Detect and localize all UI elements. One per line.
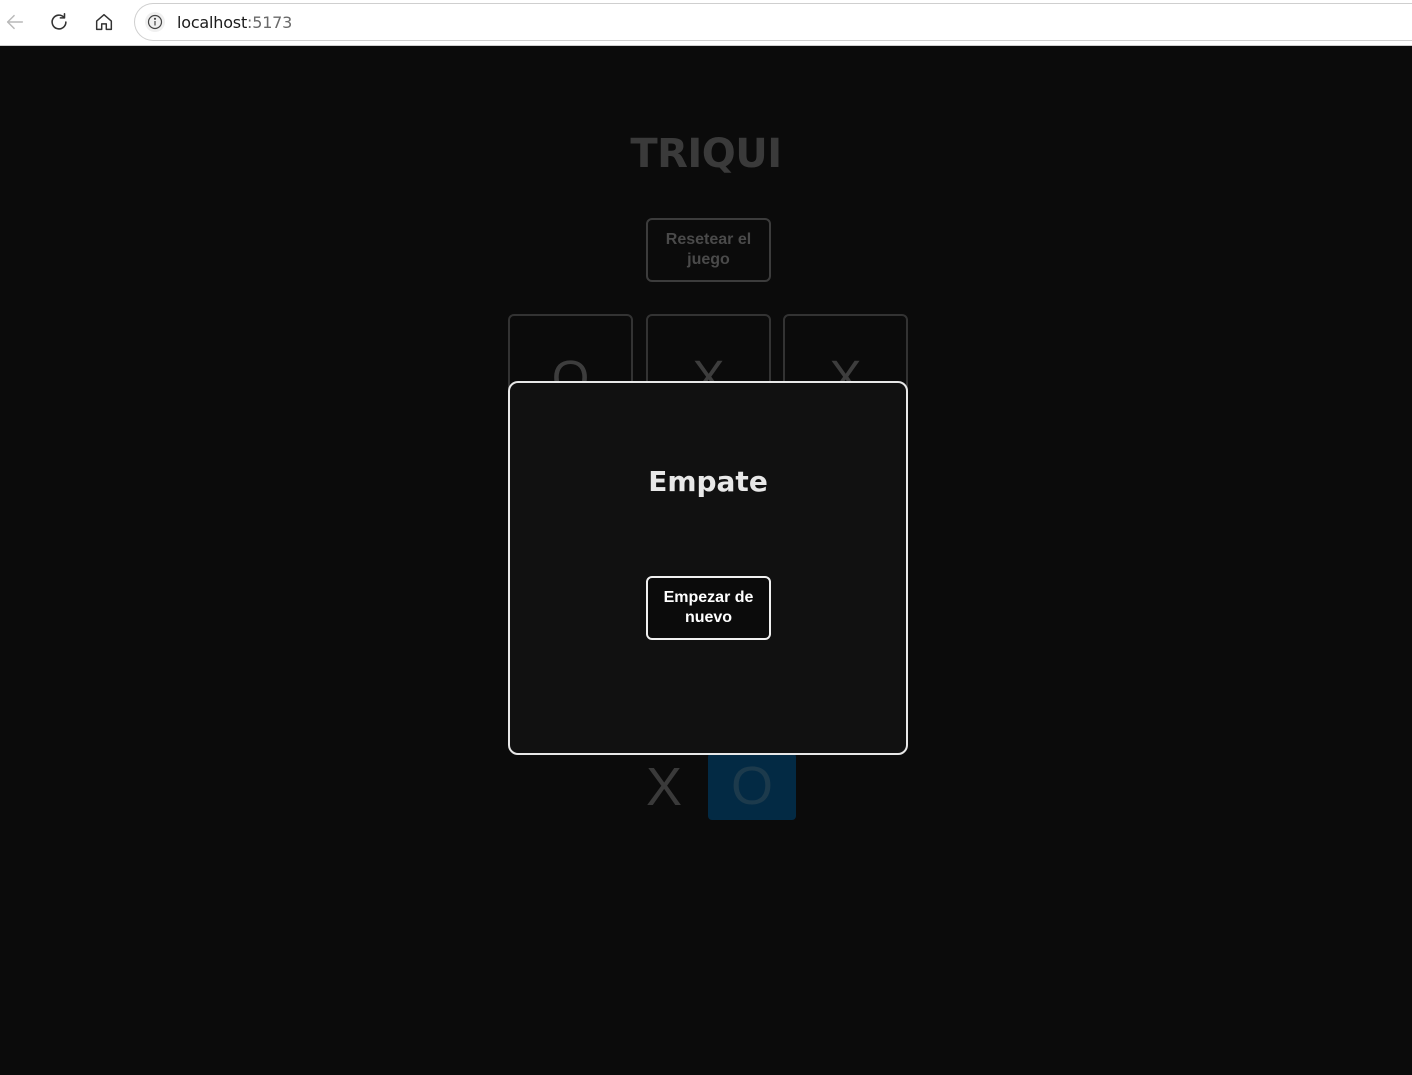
reload-icon[interactable] (44, 7, 74, 37)
url-host: localhost (177, 13, 248, 32)
restart-button[interactable]: Empezar de nuevo (646, 576, 771, 640)
result-modal: Empate Empezar de nuevo (508, 381, 908, 755)
turn-indicator-o: O (708, 753, 796, 820)
game-page: TRIQUI Resetear el juego O X X X O Empat… (0, 47, 1412, 1075)
reset-button[interactable]: Resetear el juego (646, 218, 771, 282)
url-port: :5173 (247, 13, 293, 32)
turn-indicator-x: X (645, 757, 683, 817)
url-text[interactable]: localhost:5173 (177, 13, 292, 32)
browser-toolbar: localhost:5173 (0, 0, 1412, 46)
info-icon[interactable] (145, 12, 165, 32)
address-bar[interactable]: localhost:5173 (134, 3, 1412, 41)
modal-title: Empate (648, 465, 768, 498)
back-arrow-icon[interactable] (0, 7, 30, 37)
page-title: TRIQUI (630, 131, 782, 177)
home-icon[interactable] (89, 7, 119, 37)
